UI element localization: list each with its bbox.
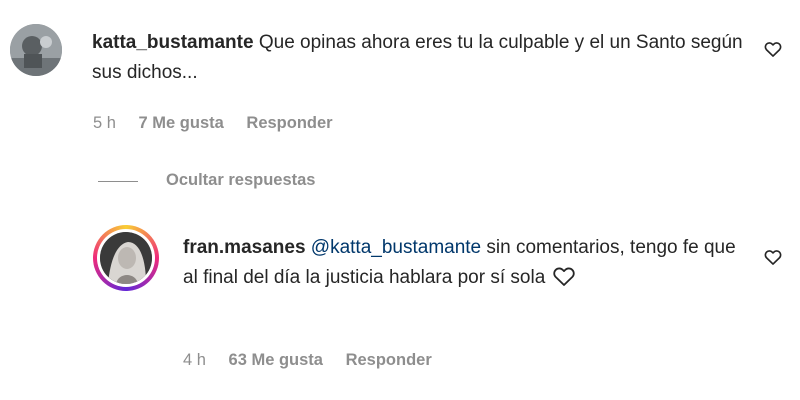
like-button[interactable] [763,39,783,64]
reply-username[interactable]: fran.masanes [183,237,306,258]
reply-mention[interactable]: @katta_bustamante [311,237,481,258]
avatar-photo [10,24,62,76]
comment-meta: 5 h 7 Me gusta Responder [93,114,351,133]
avatar-photo-art [100,232,152,284]
replies-divider [98,181,138,182]
avatar-fran-masanes[interactable] [93,225,159,291]
avatar-ring-gap [97,229,155,287]
reply-time[interactable]: 4 h [183,351,206,369]
like-count[interactable]: 7 Me gusta [139,114,224,132]
comment-time[interactable]: 5 h [93,114,116,132]
comment-body: katta_bustamante Que opinas ahora eres t… [92,28,752,88]
heart-outline-icon [764,250,782,265]
reply-button[interactable]: Responder [346,351,432,369]
like-button[interactable] [763,247,783,272]
like-count[interactable]: 63 Me gusta [229,351,323,369]
avatar-katta-bustamante[interactable] [10,24,62,76]
reply-body: fran.masanes @katta_bustamante sin comen… [183,233,738,293]
heart-outline-icon [764,42,782,57]
reply-meta: 4 h 63 Me gusta Responder [183,351,450,370]
comment-username[interactable]: katta_bustamante [92,32,254,53]
heart-outline-icon [552,267,575,286]
avatar-photo [100,232,152,284]
reply-button[interactable]: Responder [246,114,332,132]
hide-replies-button[interactable]: Ocultar respuestas [166,171,315,190]
